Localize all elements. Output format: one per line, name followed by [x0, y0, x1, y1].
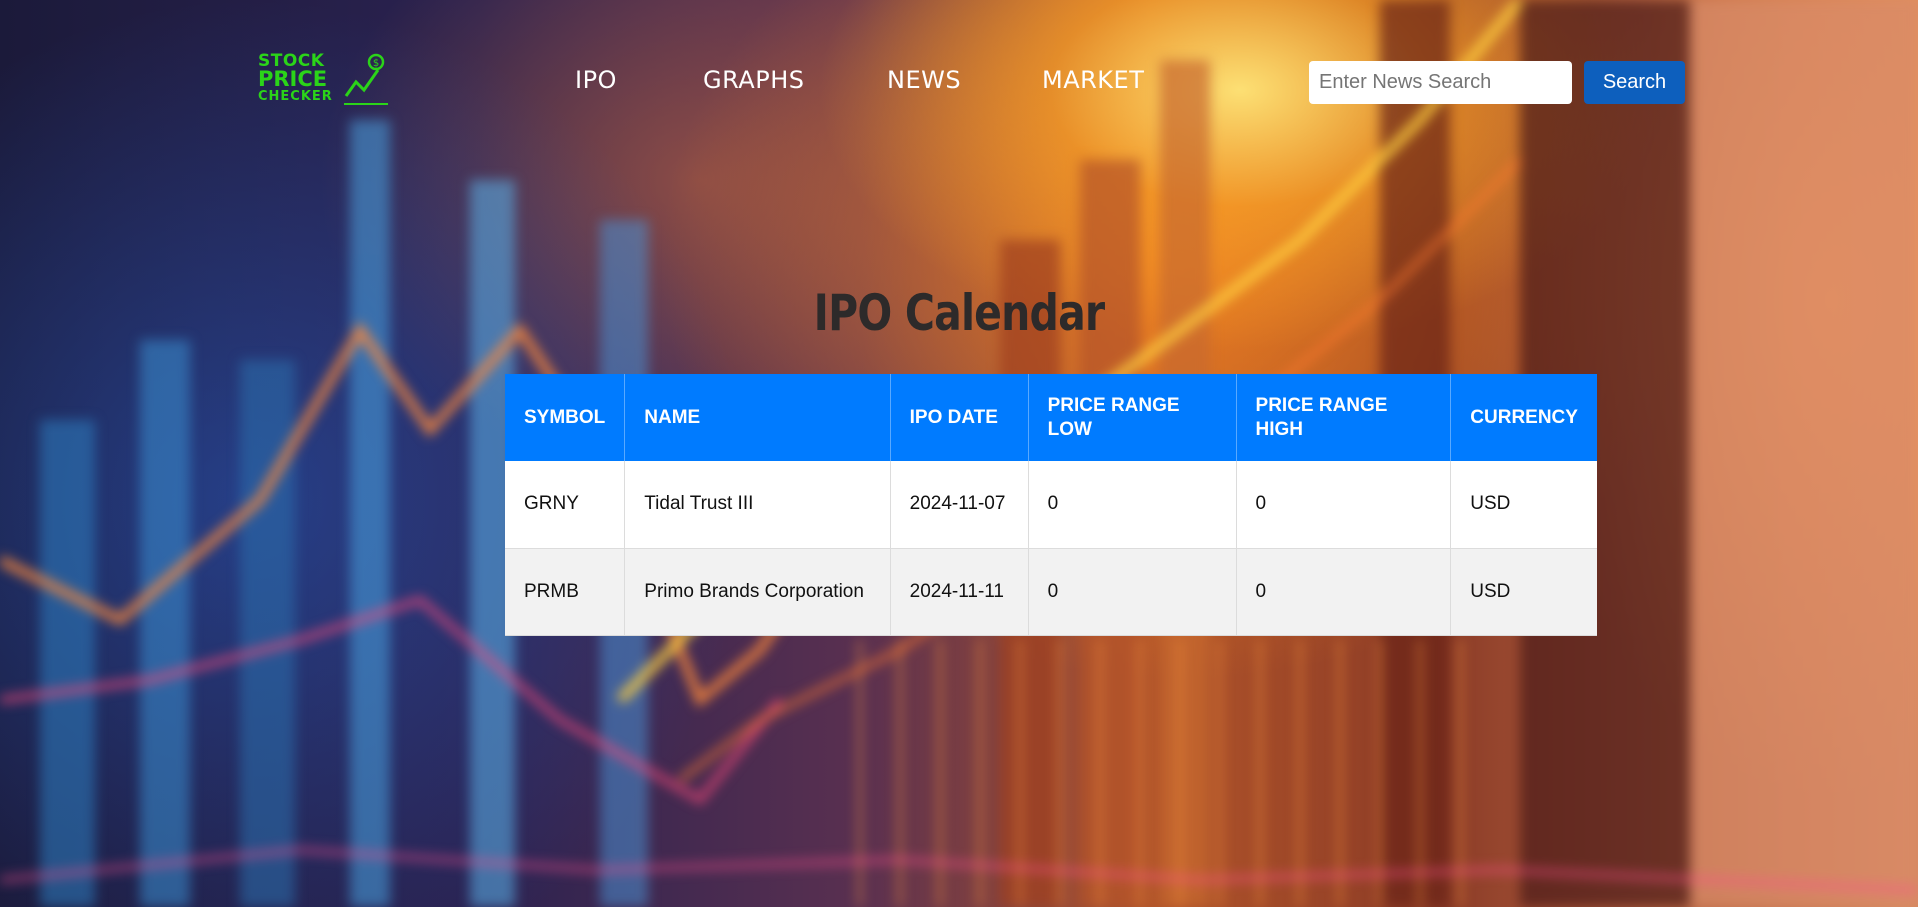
cell-name: Tidal Trust III — [624, 461, 891, 549]
news-search-input[interactable] — [1309, 61, 1572, 104]
header-name: NAME — [624, 374, 891, 461]
cell-symbol: GRNY — [505, 461, 626, 549]
logo-runner-icon: $ — [344, 53, 388, 105]
header-price-range-high: PRICE RANGE HIGH — [1236, 374, 1452, 461]
cell-currency: USD — [1450, 461, 1597, 549]
cell-ipo-date: 2024-11-07 — [890, 461, 1029, 549]
svg-text:$: $ — [373, 58, 379, 69]
cell-price-low: 0 — [1028, 548, 1237, 636]
ipo-calendar-table: SYMBOL NAME IPO DATE PRICE RANGE LOW PRI… — [505, 374, 1597, 636]
nav-market[interactable]: MARKET — [1042, 66, 1144, 94]
nav-graphs[interactable]: GRAPHS — [703, 66, 804, 94]
table-row: GRNY Tidal Trust III 2024-11-07 0 0 USD — [505, 461, 1597, 549]
logo-line-checker: CHECKER — [258, 89, 333, 104]
cell-price-low: 0 — [1028, 461, 1237, 549]
nav-news[interactable]: NEWS — [887, 66, 961, 94]
cell-ipo-date: 2024-11-11 — [890, 548, 1029, 636]
nav-ipo[interactable]: IPO — [575, 66, 617, 94]
cell-currency: USD — [1450, 548, 1597, 636]
cell-price-high: 0 — [1236, 461, 1452, 549]
header-price-range-low: PRICE RANGE LOW — [1028, 374, 1237, 461]
search-button[interactable]: Search — [1584, 61, 1685, 104]
site-logo[interactable]: STOCK PRICE CHECKER $ — [258, 52, 388, 110]
header-currency: CURRENCY — [1450, 374, 1597, 461]
logo-line-price: PRICE — [258, 67, 328, 91]
table-row: PRMB Primo Brands Corporation 2024-11-11… — [505, 548, 1597, 636]
cell-name: Primo Brands Corporation — [624, 548, 891, 636]
table-header-row: SYMBOL NAME IPO DATE PRICE RANGE LOW PRI… — [505, 374, 1597, 461]
page-title: IPO Calendar — [813, 284, 1105, 342]
cell-symbol: PRMB — [505, 548, 626, 636]
header-ipo-date: IPO DATE — [890, 374, 1029, 461]
header-symbol: SYMBOL — [505, 374, 626, 461]
cell-price-high: 0 — [1236, 548, 1452, 636]
